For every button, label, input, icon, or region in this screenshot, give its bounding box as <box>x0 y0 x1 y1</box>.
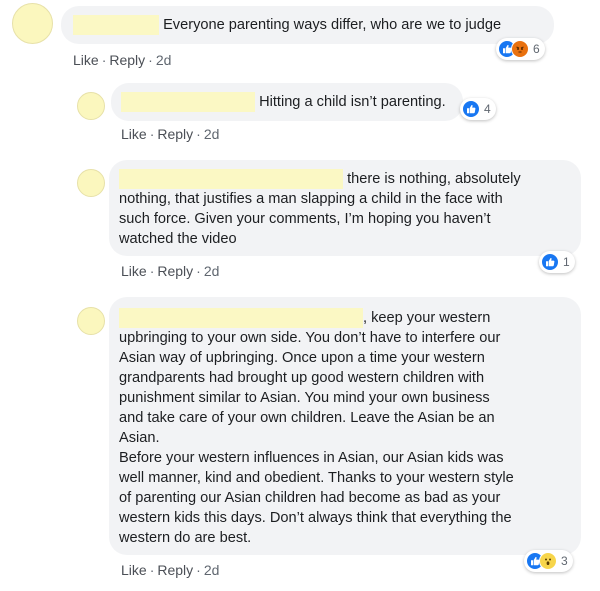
comment-4-bubble: , keep your western upbringing to your o… <box>109 297 581 555</box>
comment-2-timestamp[interactable]: 2d <box>204 126 220 142</box>
comment-4-actions: Like · Reply · 2d <box>121 562 219 578</box>
comment-4-line-6: and take care of your own children. Leav… <box>119 410 495 426</box>
comment-3-avatar[interactable] <box>77 169 105 197</box>
comment-3-author-redacted[interactable] <box>119 169 343 189</box>
separator: · <box>196 263 201 279</box>
comment-3-bubble: there is nothing, absolutely nothing, th… <box>109 160 581 256</box>
comment-3-line-2: nothing, that justifies a man slapping a… <box>119 191 503 207</box>
comment-3-reactions[interactable]: 1 <box>539 251 575 273</box>
comment-4-line-11: western kids this days. Don’t always thi… <box>119 510 512 526</box>
comment-3-like-link[interactable]: Like <box>121 263 147 279</box>
comment-3-line-4: watched the video <box>119 231 237 247</box>
comment-2-like-link[interactable]: Like <box>121 126 147 142</box>
comment-1-avatar[interactable] <box>12 3 53 44</box>
comment-1-reply-link[interactable]: Reply <box>109 52 145 68</box>
comment-2-reply-link[interactable]: Reply <box>157 126 193 142</box>
comment-2-bubble: Hitting a child isn’t parenting. <box>111 83 463 121</box>
comment-4-line-10: of parenting our Asian children had beco… <box>119 490 501 506</box>
comment-2-reactions[interactable]: 4 <box>460 98 496 120</box>
comment-1-timestamp[interactable]: 2d <box>156 52 172 68</box>
comment-4-avatar[interactable] <box>77 307 105 335</box>
like-icon <box>462 100 480 118</box>
like-icon <box>541 253 559 271</box>
comment-4-line-9: well manner, kind and obedient. Thanks t… <box>119 470 514 486</box>
separator: · <box>148 52 153 68</box>
comment-4-reaction-count: 3 <box>561 554 568 568</box>
comment-4-timestamp[interactable]: 2d <box>204 562 220 578</box>
separator: · <box>196 562 201 578</box>
comment-3-line-3: such force. Given your comments, I’m hop… <box>119 211 491 227</box>
comment-1-actions: Like · Reply · 2d <box>73 52 171 68</box>
comment-4-author-redacted[interactable] <box>119 308 363 328</box>
comment-4-line-2: upbringing to your own side. You don’t h… <box>119 330 501 346</box>
comment-1-author-redacted[interactable] <box>73 15 159 35</box>
comment-4-line-1: , keep your western <box>363 310 491 326</box>
comment-2-avatar[interactable] <box>77 92 105 120</box>
comment-4-line-12: western do are best. <box>119 530 252 546</box>
comment-1-reactions[interactable]: 6 <box>496 38 545 60</box>
comment-4-line-8: Before your western influences in Asian,… <box>119 450 504 466</box>
comment-2-text: Hitting a child isn’t parenting. <box>259 94 446 110</box>
comment-1-bubble: Everyone parenting ways differ, who are … <box>61 6 554 44</box>
angry-icon <box>511 40 529 58</box>
comment-4-line-5: punishment similar to Asian. You mind yo… <box>119 390 490 406</box>
separator: · <box>149 562 155 578</box>
comment-3-line-1: there is nothing, absolutely <box>347 171 521 187</box>
comment-1-text: Everyone parenting ways differ, who are … <box>163 17 502 33</box>
comment-2-author-redacted[interactable] <box>121 92 255 112</box>
comment-4-reactions[interactable]: 3 <box>524 550 573 572</box>
comment-4-reply-link[interactable]: Reply <box>157 562 193 578</box>
comment-2-reaction-count: 4 <box>484 102 491 116</box>
comment-3-reaction-count: 1 <box>563 255 570 269</box>
comment-4-like-link[interactable]: Like <box>121 562 147 578</box>
comment-3-reply-link[interactable]: Reply <box>157 263 193 279</box>
comment-4-line-4: grandparents had brought up good western… <box>119 370 485 386</box>
separator: · <box>101 52 107 68</box>
comment-4-line-7: Asian. <box>119 430 160 446</box>
comment-2-actions: Like · Reply · 2d <box>121 126 219 142</box>
wow-icon <box>539 552 557 570</box>
comment-1-reaction-count: 6 <box>533 42 540 56</box>
comment-1-like-link[interactable]: Like <box>73 52 99 68</box>
comment-3-actions: Like · Reply · 2d <box>121 263 219 279</box>
separator: · <box>196 126 201 142</box>
separator: · <box>149 126 155 142</box>
comment-3-timestamp[interactable]: 2d <box>204 263 220 279</box>
separator: · <box>149 263 155 279</box>
comment-4-line-3: Asian way of upbringing. Once upon a tim… <box>119 350 485 366</box>
